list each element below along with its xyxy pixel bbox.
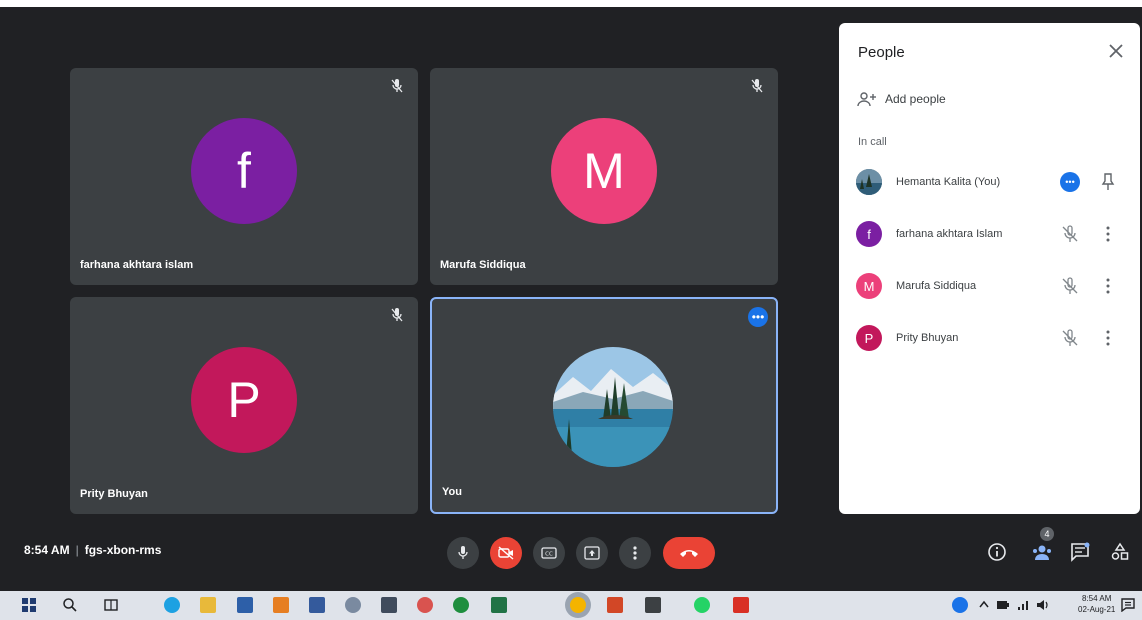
- chrome-icon[interactable]: [570, 597, 586, 613]
- self-view-tile[interactable]: ••• You: [430, 297, 778, 514]
- camera-toggle-button[interactable]: [490, 537, 522, 569]
- start-icon[interactable]: [22, 598, 36, 612]
- in-call-heading: In call: [858, 136, 887, 148]
- window-top-strip: [0, 0, 1142, 7]
- excel-icon[interactable]: [491, 597, 507, 613]
- meeting-details-button[interactable]: [985, 540, 1009, 564]
- camera-off-icon: [498, 546, 514, 560]
- meeting-code: fgs-xbon-rms: [84, 543, 162, 557]
- avatar: M: [856, 273, 882, 299]
- add-people-label: Add people: [885, 92, 946, 106]
- mic-off-icon: [1062, 277, 1078, 294]
- mic-button[interactable]: [447, 537, 479, 569]
- participant-name: farhana akhtara Islam: [896, 228, 1003, 240]
- participant-name: Marufa Siddiqua: [440, 259, 526, 271]
- self-avatar-landscape-image: [553, 347, 673, 467]
- meeting-info-separator: |: [75, 543, 79, 557]
- taskbar-clock[interactable]: 8:54 AM 02-Aug-21: [1078, 593, 1115, 615]
- search-icon[interactable]: [62, 597, 78, 613]
- info-icon: [988, 543, 1006, 561]
- help-icon[interactable]: [952, 597, 968, 613]
- participant-name: farhana akhtara islam: [80, 259, 194, 271]
- network-icon[interactable]: [1017, 599, 1029, 611]
- avatar: f: [856, 221, 882, 247]
- app-icon[interactable]: [417, 597, 433, 613]
- people-panel: People Add people In call Hemanta Kalita…: [839, 23, 1140, 514]
- list-item-participant[interactable]: f farhana akhtara Islam: [856, 217, 1126, 251]
- add-people-button[interactable]: Add people: [857, 91, 946, 107]
- paint-icon[interactable]: [345, 597, 361, 613]
- more-vert-icon[interactable]: [1100, 224, 1116, 244]
- more-vert-icon: [633, 546, 637, 560]
- participant-name: Hemanta Kalita (You): [896, 176, 1001, 188]
- list-item-participant[interactable]: P Prity Bhuyan: [856, 321, 1126, 355]
- more-options-badge[interactable]: •••: [1060, 172, 1080, 192]
- notifications-icon[interactable]: [1121, 598, 1135, 612]
- app-icon[interactable]: [453, 597, 469, 613]
- avatar: f: [191, 118, 297, 224]
- avatar: M: [551, 118, 657, 224]
- participant-tile-farhana[interactable]: f farhana akhtara islam: [70, 68, 418, 285]
- more-vert-icon[interactable]: [1100, 276, 1116, 296]
- task-view-icon[interactable]: [103, 597, 119, 613]
- app-icon[interactable]: [309, 597, 325, 613]
- meeting-info: 8:54 AM | fgs-xbon-rms: [24, 543, 161, 557]
- taskbar-date: 02-Aug-21: [1078, 605, 1116, 614]
- participant-name: You: [442, 486, 462, 498]
- captions-button[interactable]: CC: [533, 537, 565, 569]
- captions-icon: CC: [541, 547, 557, 559]
- mic-off-icon: [1062, 329, 1078, 346]
- hang-up-icon: [680, 550, 698, 557]
- whatsapp-icon[interactable]: [694, 597, 710, 613]
- pin-icon[interactable]: [1100, 172, 1116, 192]
- avatar: P: [856, 325, 882, 351]
- people-button[interactable]: [1030, 540, 1054, 564]
- list-item-participant[interactable]: M Marufa Siddiqua: [856, 269, 1126, 303]
- present-screen-button[interactable]: [576, 537, 608, 569]
- participant-tile-marufa[interactable]: M Marufa Siddiqua: [430, 68, 778, 285]
- participant-tile-prity[interactable]: P Prity Bhuyan: [70, 297, 418, 514]
- mic-off-icon: [391, 79, 403, 93]
- activities-icon: [1111, 542, 1129, 560]
- calculator-icon[interactable]: [381, 597, 397, 613]
- mic-off-icon: [391, 308, 403, 322]
- present-icon: [584, 546, 600, 560]
- avatar: [856, 169, 882, 195]
- app-icon[interactable]: [273, 597, 289, 613]
- edge-icon[interactable]: [164, 597, 180, 613]
- store-icon[interactable]: [237, 597, 253, 613]
- participant-name: Marufa Siddiqua: [896, 280, 977, 292]
- more-vert-icon[interactable]: [1100, 328, 1116, 348]
- file-explorer-icon[interactable]: [200, 597, 216, 613]
- list-item-participant[interactable]: Hemanta Kalita (You) •••: [856, 165, 1126, 199]
- more-options-badge[interactable]: •••: [748, 307, 768, 327]
- add-person-icon: [857, 92, 876, 107]
- acrobat-icon[interactable]: [733, 597, 749, 613]
- avatar: P: [191, 347, 297, 453]
- taskbar-time: 8:54 AM: [1082, 594, 1112, 603]
- more-options-button[interactable]: [619, 537, 651, 569]
- mic-off-icon: [1062, 225, 1078, 242]
- windows-taskbar: 8:54 AM 02-Aug-21: [0, 591, 1142, 620]
- chat-icon: [1071, 542, 1090, 562]
- panel-title: People: [858, 44, 905, 61]
- people-icon: [1033, 545, 1051, 560]
- participant-name: Prity Bhuyan: [896, 332, 959, 344]
- app-icon[interactable]: [645, 597, 661, 613]
- participant-name: Prity Bhuyan: [80, 488, 148, 500]
- activities-button[interactable]: [1108, 540, 1132, 564]
- svg-text:CC: CC: [545, 552, 553, 558]
- meeting-time: 8:54 AM: [24, 543, 70, 557]
- battery-icon[interactable]: [996, 600, 1010, 610]
- chat-button[interactable]: [1068, 540, 1092, 564]
- mic-off-icon: [751, 79, 763, 93]
- volume-icon[interactable]: [1036, 599, 1050, 611]
- leave-call-button[interactable]: [663, 537, 715, 569]
- close-icon[interactable]: [1106, 41, 1126, 61]
- powerpoint-icon[interactable]: [607, 597, 623, 613]
- mic-icon: [458, 546, 468, 559]
- chevron-up-icon[interactable]: [978, 599, 990, 609]
- participants-count-badge: 4: [1040, 527, 1054, 541]
